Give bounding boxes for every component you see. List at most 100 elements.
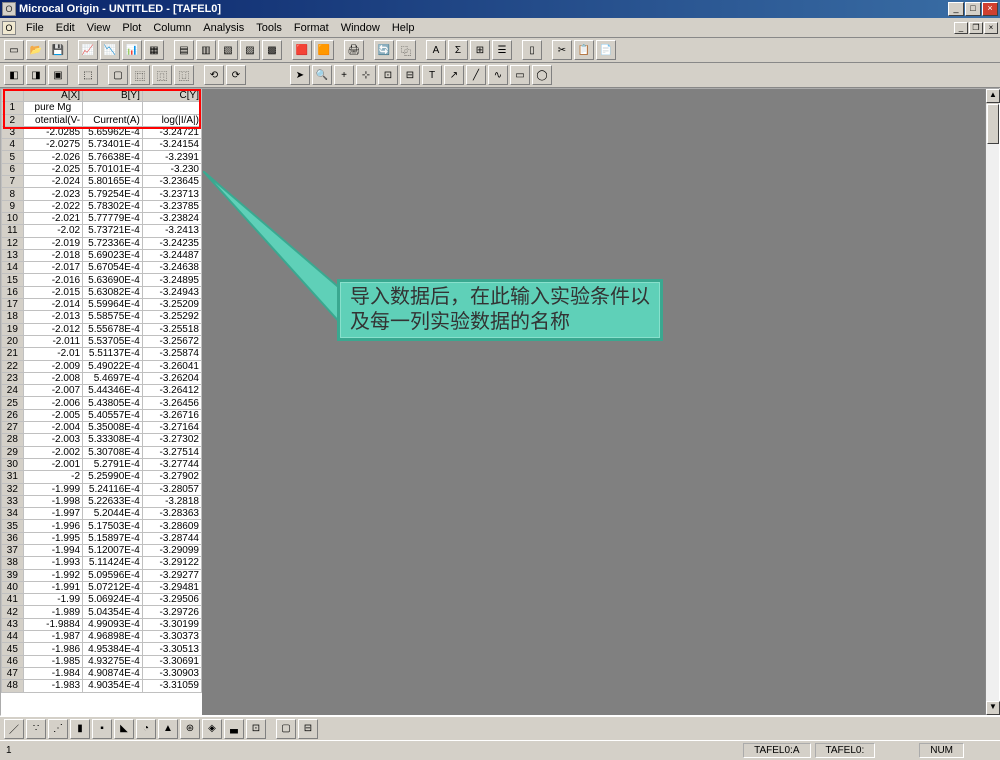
close-button[interactable]: × bbox=[982, 2, 998, 16]
tool-cut-icon[interactable]: ✂ bbox=[552, 40, 572, 60]
tool-text-icon[interactable]: T bbox=[422, 65, 442, 85]
table-row[interactable]: 17-2.0145.59964E-4-3.25209 bbox=[2, 299, 202, 311]
worksheet[interactable]: A[X] B[Y] C[Y] 1pure Mg2otential(V-Curre… bbox=[1, 89, 203, 715]
tool-template3-icon[interactable]: ▧ bbox=[218, 40, 238, 60]
tool-plus-icon[interactable]: + bbox=[334, 65, 354, 85]
vertical-scrollbar[interactable]: ▲ ▼ bbox=[985, 89, 999, 715]
col-a-header[interactable]: A[X] bbox=[23, 90, 82, 102]
table-row[interactable]: 46-1.9854.93275E-4-3.30691 bbox=[2, 655, 202, 667]
table-row[interactable]: 36-1.9955.15897E-4-3.28744 bbox=[2, 532, 202, 544]
menu-tools[interactable]: Tools bbox=[250, 20, 288, 36]
tool-template4-icon[interactable]: ▨ bbox=[240, 40, 260, 60]
tool-color2-icon[interactable]: 🟧 bbox=[314, 40, 334, 60]
tool-template5-icon[interactable]: ▩ bbox=[262, 40, 282, 60]
table-row[interactable]: 43-1.98844.99093E-4-3.30199 bbox=[2, 618, 202, 630]
tool-b3-icon[interactable]: ▣ bbox=[48, 65, 68, 85]
table-row[interactable]: 37-1.9945.12007E-4-3.29099 bbox=[2, 544, 202, 556]
plot-stat-icon[interactable]: ▃ bbox=[224, 719, 244, 739]
table-row[interactable]: 15-2.0165.63690E-4-3.24895 bbox=[2, 274, 202, 286]
menu-window[interactable]: Window bbox=[335, 20, 386, 36]
corner-cell[interactable] bbox=[2, 90, 24, 102]
tool-zoom-icon[interactable]: 🔍 bbox=[312, 65, 332, 85]
table-row[interactable]: 40-1.9915.07212E-4-3.29481 bbox=[2, 581, 202, 593]
plot-misc1-icon[interactable]: ⊛ bbox=[180, 719, 200, 739]
plot-scatter-icon[interactable]: ∵ bbox=[26, 719, 46, 739]
tool-refresh-icon[interactable]: 🔄 bbox=[374, 40, 394, 60]
tool-circle-icon[interactable]: ◯ bbox=[532, 65, 552, 85]
menu-analysis[interactable]: Analysis bbox=[197, 20, 250, 36]
table-row[interactable]: 11-2.025.73721E-4-3.2413 bbox=[2, 225, 202, 237]
menu-column[interactable]: Column bbox=[147, 20, 197, 36]
tool-new-icon[interactable]: ▭ bbox=[4, 40, 24, 60]
mdi-restore-button[interactable]: ❐ bbox=[969, 22, 983, 34]
tool-open-icon[interactable]: 📂 bbox=[26, 40, 46, 60]
plot-box-icon[interactable]: ⊡ bbox=[246, 719, 266, 739]
table-row[interactable]: 7-2.0245.80165E-4-3.23645 bbox=[2, 176, 202, 188]
table-row[interactable]: 5-2.0265.76638E-4-3.2391 bbox=[2, 151, 202, 163]
plot-mask-icon[interactable]: ⊟ bbox=[298, 719, 318, 739]
table-row[interactable]: 39-1.9925.09596E-4-3.29277 bbox=[2, 569, 202, 581]
tool-template1-icon[interactable]: ▤ bbox=[174, 40, 194, 60]
tool-b6-icon[interactable]: ⿴ bbox=[130, 65, 150, 85]
mdi-minimize-button[interactable]: _ bbox=[954, 22, 968, 34]
table-row[interactable]: 48-1.9834.90354E-4-3.31059 bbox=[2, 680, 202, 692]
table-row[interactable]: 27-2.0045.35008E-4-3.27164 bbox=[2, 422, 202, 434]
tool-save-icon[interactable]: 💾 bbox=[48, 40, 68, 60]
table-row[interactable]: 33-1.9985.22633E-4-3.2818 bbox=[2, 495, 202, 507]
tool-data-icon[interactable]: ⊟ bbox=[400, 65, 420, 85]
table-row[interactable]: 32-1.9995.24116E-4-3.28057 bbox=[2, 483, 202, 495]
tool-print-icon[interactable]: 🖨 bbox=[344, 40, 364, 60]
table-row[interactable]: 12-2.0195.72336E-4-3.24235 bbox=[2, 237, 202, 249]
tool-b10-icon[interactable]: ⟳ bbox=[226, 65, 246, 85]
table-row[interactable]: 44-1.9874.96898E-4-3.30373 bbox=[2, 631, 202, 643]
tool-curve-icon[interactable]: ∿ bbox=[488, 65, 508, 85]
tool-color1-icon[interactable]: 🟥 bbox=[292, 40, 312, 60]
table-row[interactable]: 14-2.0175.67054E-4-3.24638 bbox=[2, 262, 202, 274]
tool-b1-icon[interactable]: ◧ bbox=[4, 65, 24, 85]
data-table[interactable]: A[X] B[Y] C[Y] 1pure Mg2otential(V-Curre… bbox=[1, 89, 202, 693]
minimize-button[interactable]: _ bbox=[948, 2, 964, 16]
tool-b5-icon[interactable]: ▢ bbox=[108, 65, 128, 85]
table-row[interactable]: 35-1.9965.17503E-4-3.28609 bbox=[2, 520, 202, 532]
plot-linesymbol-icon[interactable]: ⋰ bbox=[48, 719, 68, 739]
tool-sum-icon[interactable]: Σ bbox=[448, 40, 468, 60]
tool-rect-icon[interactable]: ▭ bbox=[510, 65, 530, 85]
mdi-close-button[interactable]: × bbox=[984, 22, 998, 34]
table-row[interactable]: 20-2.0115.53705E-4-3.25672 bbox=[2, 335, 202, 347]
tool-b8-icon[interactable]: ⿶ bbox=[174, 65, 194, 85]
tool-graph4-icon[interactable]: ▦ bbox=[144, 40, 164, 60]
tool-b2-icon[interactable]: ◨ bbox=[26, 65, 46, 85]
tool-line-icon[interactable]: ╱ bbox=[466, 65, 486, 85]
table-row[interactable]: 4-2.02755.73401E-4-3.24154 bbox=[2, 139, 202, 151]
col-c-header[interactable]: C[Y] bbox=[142, 90, 201, 102]
table-row[interactable]: 34-1.9975.2044E-4-3.28363 bbox=[2, 508, 202, 520]
table-row[interactable]: 24-2.0075.44346E-4-3.26412 bbox=[2, 385, 202, 397]
label-row-1[interactable]: 1pure Mg bbox=[2, 102, 202, 114]
tool-grid-icon[interactable]: ⊞ bbox=[470, 40, 490, 60]
label-row-2[interactable]: 2otential(V-Current(A)log(|I/A|) bbox=[2, 114, 202, 126]
table-row[interactable]: 22-2.0095.49022E-4-3.26041 bbox=[2, 360, 202, 372]
table-row[interactable]: 18-2.0135.58575E-4-3.25292 bbox=[2, 311, 202, 323]
table-row[interactable]: 21-2.015.51137E-4-3.25874 bbox=[2, 348, 202, 360]
table-row[interactable]: 19-2.0125.55678E-4-3.25518 bbox=[2, 323, 202, 335]
doc-icon[interactable]: O bbox=[2, 21, 16, 35]
scroll-down-icon[interactable]: ▼ bbox=[986, 701, 1000, 715]
plot-line-icon[interactable]: ／ bbox=[4, 719, 24, 739]
tool-layer-icon[interactable]: ▯ bbox=[522, 40, 542, 60]
tool-a-icon[interactable]: A bbox=[426, 40, 446, 60]
table-row[interactable]: 28-2.0035.33308E-4-3.27302 bbox=[2, 434, 202, 446]
table-row[interactable]: 30-2.0015.2791E-4-3.27744 bbox=[2, 458, 202, 470]
table-row[interactable]: 25-2.0065.43805E-4-3.26456 bbox=[2, 397, 202, 409]
table-row[interactable]: 16-2.0155.63082E-4-3.24943 bbox=[2, 286, 202, 298]
menu-help[interactable]: Help bbox=[386, 20, 421, 36]
tool-graph3-icon[interactable]: 📊 bbox=[122, 40, 142, 60]
table-row[interactable]: 41-1.995.06924E-4-3.29506 bbox=[2, 594, 202, 606]
tool-paste-icon[interactable]: 📄 bbox=[596, 40, 616, 60]
tool-copy-icon[interactable]: 📋 bbox=[574, 40, 594, 60]
table-row[interactable]: 6-2.0255.70101E-4-3.230 bbox=[2, 163, 202, 175]
table-row[interactable]: 10-2.0215.77779E-4-3.23824 bbox=[2, 212, 202, 224]
menu-file[interactable]: File bbox=[20, 20, 50, 36]
plot-bar-icon[interactable]: ▮ bbox=[70, 719, 90, 739]
maximize-button[interactable]: □ bbox=[965, 2, 981, 16]
table-row[interactable]: 13-2.0185.69023E-4-3.24487 bbox=[2, 249, 202, 261]
